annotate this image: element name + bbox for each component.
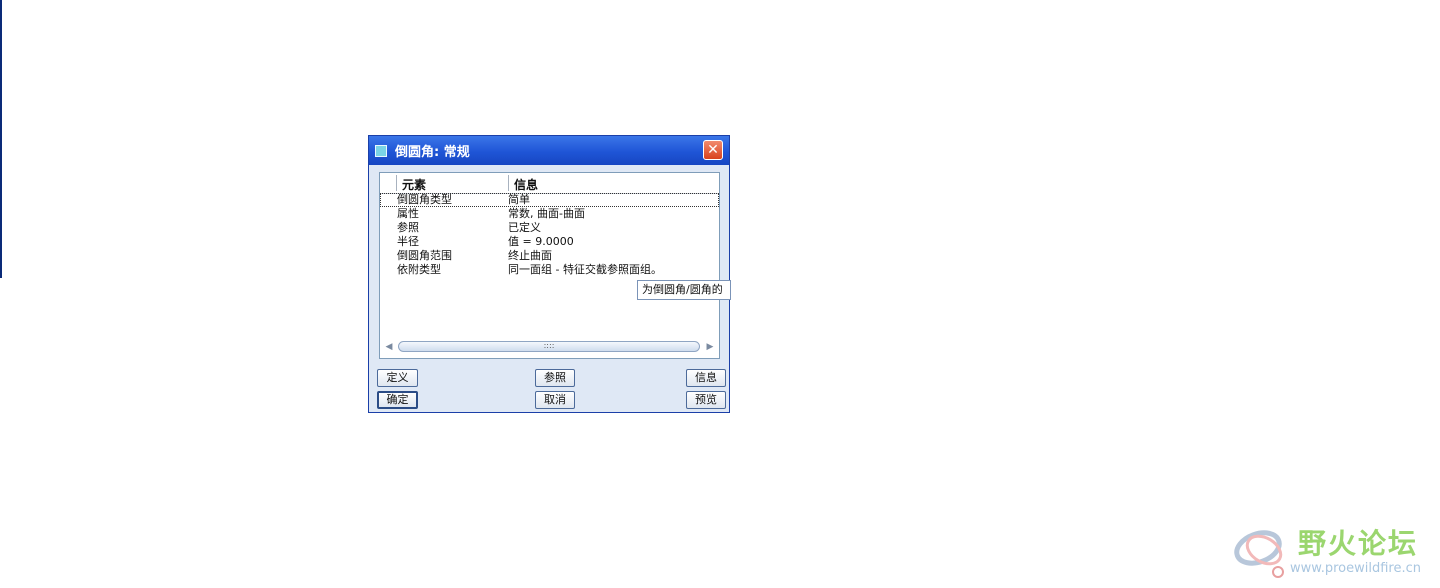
round-feature-dialog: 倒圆角: 常规 ✕ 元素 信息 倒圆角类型 简单 属性 常数, 曲面-曲面 参照… — [368, 135, 730, 413]
tooltip: 为倒圆角/圆角的 — [637, 280, 731, 300]
tree-row[interactable]: 参照 已定义 — [380, 221, 719, 235]
row-element: 半径 — [397, 235, 419, 248]
tree-header: 元素 信息 — [380, 173, 719, 194]
row-element: 依附类型 — [397, 263, 441, 276]
preview-button[interactable]: 预览 — [686, 391, 726, 409]
column-header-element[interactable]: 元素 — [402, 176, 426, 193]
cancel-button[interactable]: 取消 — [535, 391, 575, 409]
dialog-titlebar[interactable]: 倒圆角: 常规 ✕ — [369, 136, 729, 165]
horizontal-scrollbar[interactable]: ◀ :::: ▶ — [384, 340, 715, 354]
scroll-thumb[interactable]: :::: — [398, 341, 700, 352]
tree-row[interactable]: 属性 常数, 曲面-曲面 — [380, 207, 719, 221]
watermark-logo-icon — [1234, 530, 1284, 578]
row-element: 属性 — [397, 207, 419, 220]
close-button[interactable]: ✕ — [703, 140, 723, 160]
tree-rows: 倒圆角类型 简单 属性 常数, 曲面-曲面 参照 已定义 半径 值 = 9.00… — [380, 193, 719, 277]
row-element: 倒圆角范围 — [397, 249, 452, 262]
row-element: 倒圆角类型 — [397, 193, 452, 206]
watermark-name: 野火论坛 — [1298, 527, 1419, 560]
info-button[interactable]: 信息 — [686, 369, 726, 387]
close-icon: ✕ — [707, 142, 719, 158]
element-tree[interactable]: 元素 信息 倒圆角类型 简单 属性 常数, 曲面-曲面 参照 已定义 半径 值 … — [379, 172, 720, 359]
references-button[interactable]: 参照 — [535, 369, 575, 387]
define-button[interactable]: 定义 — [377, 369, 418, 387]
row-element: 参照 — [397, 221, 419, 234]
column-divider[interactable] — [508, 175, 509, 191]
watermark-url: www.proewildfire.cn — [1290, 561, 1421, 576]
scroll-right-icon[interactable]: ▶ — [705, 340, 715, 354]
row-info: 同一面组 - 特征交截参照面组。 — [508, 263, 662, 276]
row-info: 终止曲面 — [508, 249, 552, 262]
row-info: 常数, 曲面-曲面 — [508, 207, 585, 220]
column-header-info[interactable]: 信息 — [514, 176, 538, 193]
ok-button[interactable]: 确定 — [377, 391, 418, 409]
column-divider[interactable] — [396, 175, 397, 191]
window-icon — [375, 144, 387, 157]
dialog-title: 倒圆角: 常规 — [395, 145, 470, 160]
tree-row[interactable]: 半径 值 = 9.0000 — [380, 235, 719, 249]
tree-row[interactable]: 倒圆角范围 终止曲面 — [380, 249, 719, 263]
left-edge-rule — [0, 0, 2, 278]
row-info: 简单 — [508, 193, 530, 206]
tree-row[interactable]: 倒圆角类型 简单 — [380, 193, 719, 207]
row-info: 已定义 — [508, 221, 541, 234]
scroll-left-icon[interactable]: ◀ — [384, 340, 394, 354]
row-info: 值 = 9.0000 — [508, 235, 574, 248]
tree-row[interactable]: 依附类型 同一面组 - 特征交截参照面组。 — [380, 263, 719, 277]
